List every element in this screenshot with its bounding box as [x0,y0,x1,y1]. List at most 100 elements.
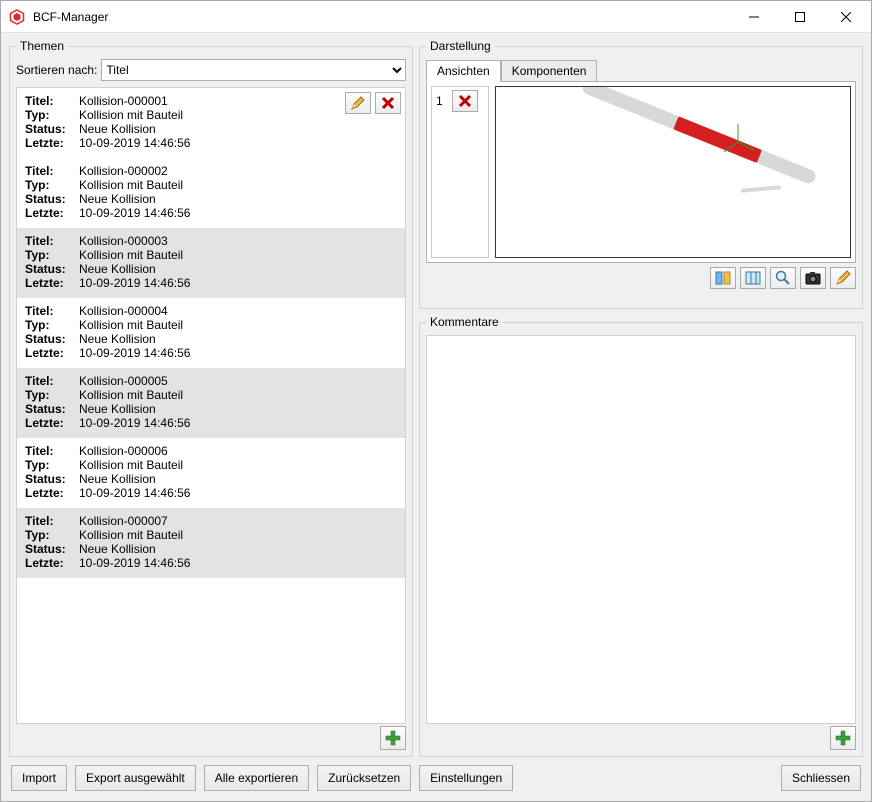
tab-components[interactable]: Komponenten [501,60,598,82]
close-button[interactable]: Schliessen [781,765,861,791]
columns-button[interactable] [740,267,766,289]
delete-x-icon [381,96,395,110]
theme-item[interactable]: Titel:Kollision-000006Typ:Kollision mit … [17,438,405,508]
tab-views[interactable]: Ansichten [426,60,501,82]
theme-item[interactable]: Titel:Kollision-000007Typ:Kollision mit … [17,508,405,578]
reset-button[interactable]: Zurücksetzen [317,765,411,791]
theme-last-value: 10-09-2019 14:46:56 [79,346,397,360]
delete-view-button[interactable] [452,90,478,112]
theme-type-label: Typ: [25,388,79,402]
theme-title-value: Kollision-000004 [79,304,397,318]
theme-status-value: Neue Kollision [79,192,397,206]
theme-type-label: Typ: [25,248,79,262]
camera-icon [805,271,821,285]
zoom-button[interactable] [770,267,796,289]
settings-button[interactable]: Einstellungen [419,765,513,791]
right-column: Darstellung Ansichten Komponenten 1 [419,39,863,757]
sort-select[interactable]: Titel [101,59,406,81]
theme-type-label: Typ: [25,458,79,472]
app-icon [9,9,25,25]
export-selected-button[interactable]: Export ausgewählt [75,765,196,791]
theme-item[interactable]: Titel:Kollision-000002Typ:Kollision mit … [17,158,405,228]
theme-item[interactable]: Titel:Kollision-000001Typ:Kollision mit … [17,88,405,158]
theme-status-value: Neue Kollision [79,262,397,276]
theme-status-label: Status: [25,122,79,136]
maximize-button[interactable] [777,2,823,32]
theme-type-value: Kollision mit Bauteil [79,248,397,262]
theme-title-value: Kollision-000002 [79,164,397,178]
comments-list[interactable] [426,335,856,724]
compare-button[interactable] [710,267,736,289]
edit-theme-button[interactable] [345,92,371,114]
theme-last-label: Letzte: [25,556,79,570]
theme-title-label: Titel: [25,374,79,388]
compare-icon [715,271,731,285]
theme-title-value: Kollision-000005 [79,374,397,388]
tabs-row: Ansichten Komponenten [426,59,856,81]
theme-type-label: Typ: [25,528,79,542]
theme-item[interactable]: Titel:Kollision-000003Typ:Kollision mit … [17,228,405,298]
plus-icon [385,730,401,746]
theme-status-value: Neue Kollision [79,332,397,346]
theme-status-value: Neue Kollision [79,472,397,486]
pencil-icon [835,270,851,286]
themes-group: Themen Sortieren nach: Titel Titel:Kolli… [9,39,413,757]
theme-last-value: 10-09-2019 14:46:56 [79,276,397,290]
display-toolbar [426,263,856,289]
plus-icon [835,730,851,746]
titlebar: BCF-Manager [1,1,871,33]
comments-group-label: Kommentare [426,315,503,329]
view-thumb-row[interactable]: 1 [432,87,488,115]
pencil-icon [351,96,365,110]
export-all-button[interactable]: Alle exportieren [204,765,309,791]
magnifier-icon [775,270,791,286]
theme-status-value: Neue Kollision [79,402,397,416]
themes-group-label: Themen [16,39,68,53]
close-window-button[interactable] [823,2,869,32]
theme-title-value: Kollision-000007 [79,514,397,528]
sort-label: Sortieren nach: [16,63,97,77]
theme-type-label: Typ: [25,178,79,192]
delete-theme-button[interactable] [375,92,401,114]
theme-type-label: Typ: [25,318,79,332]
bottom-button-bar: Import Export ausgewählt Alle exportiere… [1,759,871,801]
theme-last-value: 10-09-2019 14:46:56 [79,416,397,430]
theme-status-label: Status: [25,402,79,416]
theme-title-label: Titel: [25,94,79,108]
theme-status-label: Status: [25,192,79,206]
theme-item[interactable]: Titel:Kollision-000005Typ:Kollision mit … [17,368,405,438]
add-comment-button[interactable] [830,726,856,750]
theme-title-value: Kollision-000003 [79,234,397,248]
add-theme-button[interactable] [380,726,406,750]
collision-preview-icon [503,87,843,257]
theme-status-label: Status: [25,472,79,486]
view-preview[interactable] [495,86,851,258]
theme-status-label: Status: [25,262,79,276]
theme-last-value: 10-09-2019 14:46:56 [79,136,397,150]
theme-last-value: 10-09-2019 14:46:56 [79,486,397,500]
import-button[interactable]: Import [11,765,67,791]
theme-type-value: Kollision mit Bauteil [79,458,397,472]
theme-item[interactable]: Titel:Kollision-000004Typ:Kollision mit … [17,298,405,368]
theme-status-label: Status: [25,542,79,556]
edit-view-button[interactable] [830,267,856,289]
display-group-label: Darstellung [426,39,495,53]
window-title: BCF-Manager [33,10,731,24]
theme-last-label: Letzte: [25,276,79,290]
theme-type-value: Kollision mit Bauteil [79,178,397,192]
theme-title-label: Titel: [25,164,79,178]
view-thumb-list: 1 [431,86,489,258]
theme-type-value: Kollision mit Bauteil [79,318,397,332]
camera-button[interactable] [800,267,826,289]
theme-type-label: Typ: [25,108,79,122]
minimize-button[interactable] [731,2,777,32]
content-area: Themen Sortieren nach: Titel Titel:Kolli… [1,33,871,759]
sort-row: Sortieren nach: Titel [16,59,406,81]
theme-title-label: Titel: [25,444,79,458]
theme-last-label: Letzte: [25,346,79,360]
theme-last-label: Letzte: [25,206,79,220]
themes-list[interactable]: Titel:Kollision-000001Typ:Kollision mit … [16,87,406,724]
theme-title-value: Kollision-000006 [79,444,397,458]
theme-status-label: Status: [25,332,79,346]
theme-title-label: Titel: [25,514,79,528]
